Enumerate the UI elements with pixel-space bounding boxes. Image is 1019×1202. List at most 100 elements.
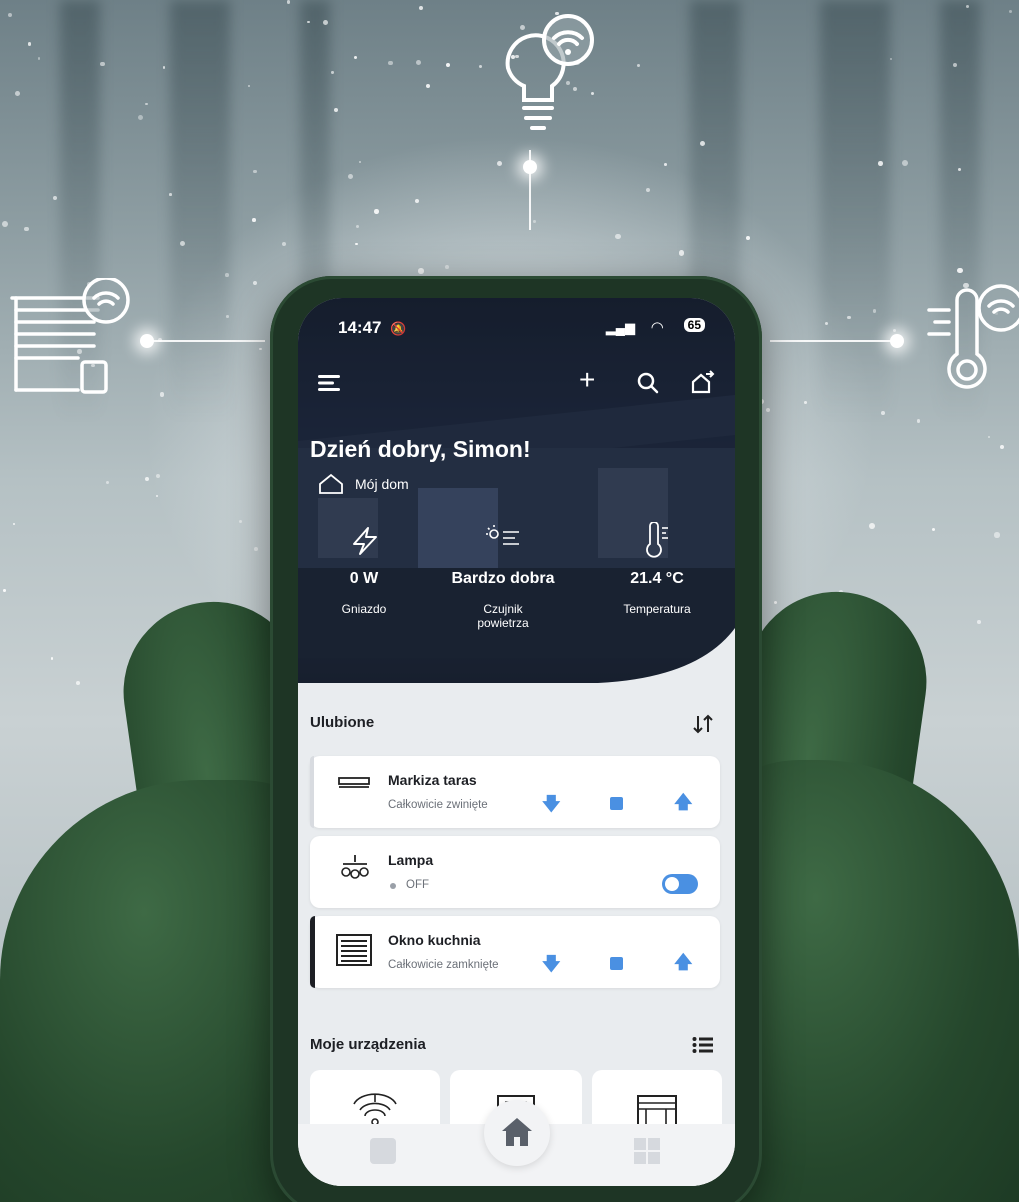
wifi-icon: ◠ <box>651 319 663 336</box>
glow-dot <box>890 334 904 348</box>
snowflake <box>144 477 150 482</box>
device-status: Całkowicie zamknięte <box>388 959 499 971</box>
snowflake <box>957 267 963 274</box>
snowflake <box>445 62 450 67</box>
snowflake <box>868 523 875 529</box>
sort-icon[interactable] <box>692 714 714 734</box>
snowflake <box>846 315 851 320</box>
snowflake <box>645 187 651 193</box>
snowflake <box>916 419 920 423</box>
status-time: 14:47 <box>338 318 382 337</box>
snowflake <box>159 392 165 397</box>
connector-line <box>770 340 898 342</box>
smart-blinds-icon <box>10 278 130 394</box>
snowflake <box>50 657 54 661</box>
device-status: OFF <box>406 879 429 891</box>
device-name: Okno kuchnia <box>388 932 481 948</box>
snowflake <box>478 64 482 68</box>
snowflake <box>353 55 357 60</box>
snowflake <box>252 218 256 222</box>
snowflake <box>766 407 771 412</box>
snowflake <box>664 162 667 166</box>
nav-scenes-icon[interactable] <box>370 1138 396 1164</box>
arrow-up-button[interactable]: 🡅 <box>674 950 693 980</box>
snowflake <box>7 12 13 18</box>
stat-label-temperature: Temperatura <box>623 602 691 616</box>
stat-label-air: Czujnik powietrza <box>448 602 558 630</box>
card-accent <box>310 916 315 988</box>
snowflake <box>746 236 751 241</box>
bolt-icon <box>353 527 377 555</box>
card-accent <box>310 756 314 828</box>
snowflake <box>931 527 936 532</box>
snowflake <box>388 60 393 66</box>
favorite-card-awning[interactable]: Markiza taras Całkowicie zwinięte 🡇 🡅 <box>310 756 720 828</box>
add-icon[interactable]: + <box>579 366 595 394</box>
nav-dashboard-icon[interactable] <box>634 1138 660 1164</box>
snowflake <box>155 473 161 479</box>
lamp-toggle[interactable] <box>662 874 698 894</box>
snowflake <box>615 233 622 240</box>
snowflake <box>347 173 354 180</box>
snowflake <box>239 520 243 524</box>
stat-label-air-line1: Czujnik <box>483 602 523 616</box>
switch-home-icon[interactable] <box>690 370 716 394</box>
snowflake <box>24 226 29 231</box>
snowflake <box>418 5 423 10</box>
favorite-card-window[interactable]: Okno kuchnia Całkowicie zamknięte 🡇 🡅 <box>310 916 720 988</box>
nav-home-button[interactable] <box>484 1100 550 1166</box>
snowflake <box>889 58 893 61</box>
search-icon[interactable] <box>637 372 659 394</box>
stat-label-air-line2: powietrza <box>477 616 529 630</box>
mute-icon: 🔕 <box>390 321 407 336</box>
snowflake <box>281 241 286 246</box>
snowflake <box>356 224 360 228</box>
stop-button[interactable] <box>610 797 623 810</box>
phone-screen: 14:47 🔕 ▂▄▆ ◠ 65 + Dzień dobry, Simon! M… <box>298 298 735 1186</box>
snowflake <box>952 62 957 67</box>
snowflake <box>881 411 885 416</box>
list-view-icon[interactable] <box>692 1036 714 1054</box>
arrow-down-button[interactable]: 🡇 <box>542 952 561 982</box>
glow-dot <box>140 334 154 348</box>
signal-icon: ▂▄▆ <box>605 320 635 335</box>
stop-button[interactable] <box>610 957 623 970</box>
home-icon[interactable] <box>318 473 344 495</box>
arrow-up-button[interactable]: 🡅 <box>674 790 693 820</box>
snowflake <box>253 281 258 286</box>
stat-label-power: Gniazdo <box>341 602 387 616</box>
devices-title: Moje urządzenia <box>310 1036 426 1053</box>
roller-blind-icon <box>336 934 372 966</box>
awning-icon <box>338 777 370 788</box>
device-status: Całkowicie zwinięte <box>388 799 488 811</box>
snowflake <box>416 60 422 66</box>
air-quality-icon <box>486 525 519 545</box>
snowflake <box>253 546 258 551</box>
smart-thermostat-icon <box>927 284 1019 389</box>
hero-curve <box>298 628 735 698</box>
snowflake <box>52 195 57 200</box>
snowflake <box>355 242 358 245</box>
home-name[interactable]: Mój dom <box>355 476 409 492</box>
snowflake <box>145 102 148 106</box>
favorite-card-lamp[interactable]: Lampa OFF <box>310 836 720 908</box>
snowflake <box>138 115 144 121</box>
toggle-knob <box>665 877 679 891</box>
snowflake <box>100 61 105 67</box>
snowflake <box>3 589 6 592</box>
snowflake <box>414 199 420 204</box>
thermometer-icon <box>646 522 668 558</box>
snowflake <box>902 160 909 167</box>
home-icon <box>502 1118 532 1146</box>
snowflake <box>418 268 424 274</box>
snowflake <box>163 66 166 69</box>
arrow-down-button[interactable]: 🡇 <box>542 792 561 822</box>
snowflake <box>155 494 159 498</box>
snowflake <box>226 315 229 318</box>
background-scene: 14:47 🔕 ▂▄▆ ◠ 65 + Dzień dobry, Simon! M… <box>0 0 1019 1202</box>
snowflake <box>359 161 362 164</box>
snowflake <box>169 192 172 196</box>
snowflake <box>14 90 20 96</box>
snowflake <box>1 221 8 227</box>
menu-icon[interactable] <box>318 374 342 392</box>
